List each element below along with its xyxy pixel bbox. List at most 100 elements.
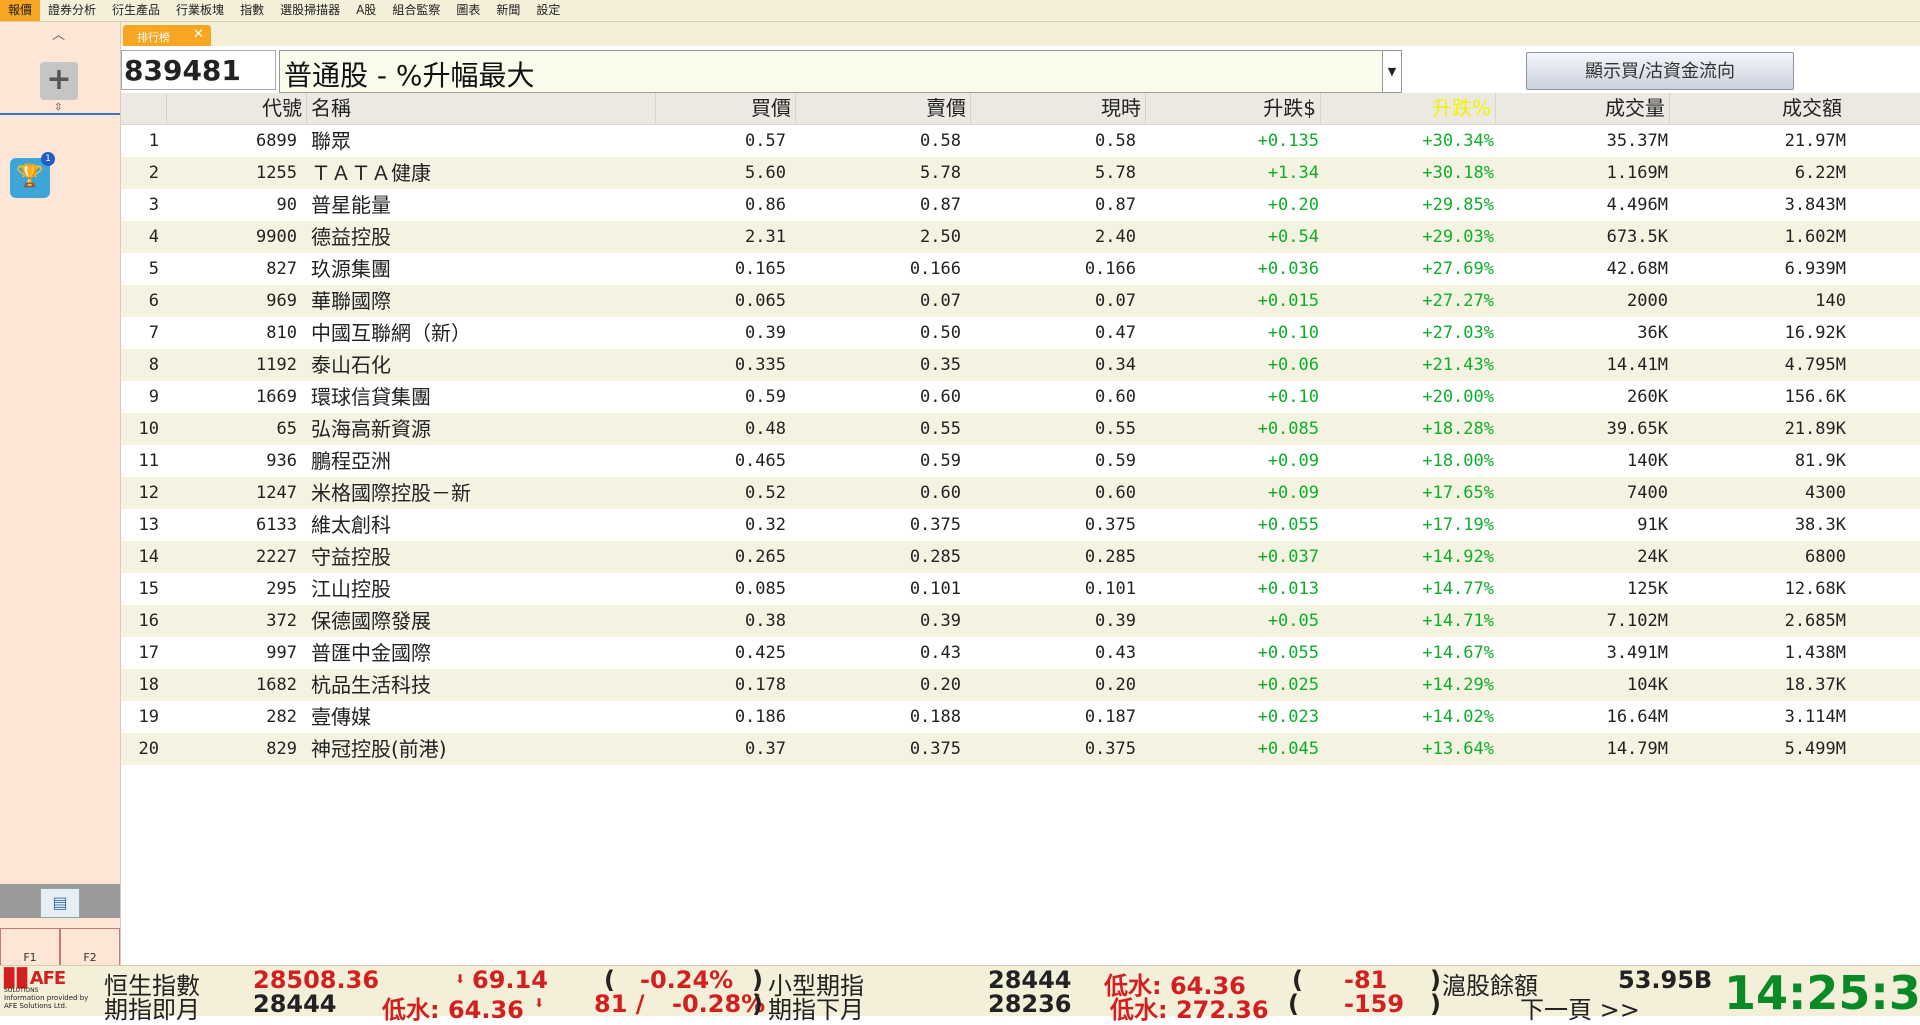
add-icon[interactable]: + — [40, 62, 78, 100]
last-cell: 0.166 — [1084, 259, 1136, 279]
table-row[interactable]: 14 2227 守益控股 0.265 0.285 0.285 +0.037 +14.92% 24… — [121, 541, 1920, 573]
resize-arrows-icon[interactable]: ⇳ — [54, 102, 62, 113]
table-row[interactable]: 11 936 鵬程亞洲 0.465 0.59 0.59 +0.09 +18.00% 140K 81… — [121, 445, 1920, 477]
name-cell: 維太創科 — [311, 513, 391, 537]
header-change-pct[interactable]: 升跌% — [1321, 93, 1496, 124]
close-icon[interactable]: ✕ — [193, 27, 204, 42]
table-row[interactable]: 7 810 中國互聯網（新） 0.39 0.50 0.47 +0.10 +27.03% 36K 1… — [121, 317, 1920, 349]
table-row[interactable]: 17 997 普匯中金國際 0.425 0.43 0.43 +0.055 +14.67% 3.4… — [121, 637, 1920, 669]
bid-cell: 0.48 — [745, 419, 786, 439]
turnover-cell: 12.68K — [1784, 579, 1846, 599]
tab-ranking[interactable]: 排行榜 ✕ — [123, 25, 211, 46]
change-pct-cell: +14.67% — [1422, 643, 1494, 663]
header-code[interactable]: 代號 — [167, 93, 307, 124]
menu-item[interactable]: A股 — [348, 0, 384, 21]
change-pct-cell: +13.64% — [1422, 739, 1494, 759]
last-cell: 0.187 — [1084, 707, 1136, 727]
futures-month-discount: 低水: 64.36 — [382, 996, 524, 1024]
code-cell: 282 — [266, 707, 297, 727]
change-pct-cell: +21.43% — [1422, 355, 1494, 375]
menu-item[interactable]: 衍生產品 — [104, 0, 168, 21]
rank-cell: 20 — [138, 739, 159, 759]
menu-item[interactable]: 新聞 — [488, 0, 528, 21]
stock-code-input[interactable]: 839481 — [121, 50, 276, 90]
name-cell: 德益控股 — [311, 225, 391, 249]
last-cell: 0.07 — [1095, 291, 1136, 311]
menu-item[interactable]: 指數 — [232, 0, 272, 21]
name-cell: ＴＡＴＡ健康 — [311, 161, 431, 185]
menu-item[interactable]: 組合監察 — [384, 0, 448, 21]
volume-cell: 2000 — [1627, 291, 1668, 311]
table-row[interactable]: 8 1192 泰山石化 0.335 0.35 0.34 +0.06 +21.43% 14.41M… — [121, 349, 1920, 381]
header-turnover[interactable]: 成交額 — [1670, 93, 1846, 124]
table-row[interactable]: 16 372 保德國際發展 0.38 0.39 0.39 +0.05 +14.71% 7.102… — [121, 605, 1920, 637]
menu-item[interactable]: 選股掃描器 — [272, 0, 348, 21]
ask-cell: 0.50 — [920, 323, 961, 343]
header-bid[interactable]: 買價 — [656, 93, 796, 124]
table-row[interactable]: 5 827 玖源集團 0.165 0.166 0.166 +0.036 +27.69% 42.6… — [121, 253, 1920, 285]
table-row[interactable]: 18 1682 杭品生活科技 0.178 0.20 0.20 +0.025 +14.29% 10… — [121, 669, 1920, 701]
change-pct-cell: +14.71% — [1422, 611, 1494, 631]
turnover-cell: 81.9K — [1794, 451, 1846, 471]
header-ask[interactable]: 賣價 — [796, 93, 971, 124]
bid-cell: 0.165 — [734, 259, 786, 279]
table-row[interactable]: 3 90 普星能量 0.86 0.87 0.87 +0.20 +29.85% 4.496M 3.8… — [121, 189, 1920, 221]
table-row[interactable]: 19 282 壹傳媒 0.186 0.188 0.187 +0.023 +14.02% 16.6… — [121, 701, 1920, 733]
last-cell: 0.59 — [1095, 451, 1136, 471]
ranking-list-value: 普通股 - %升幅最大 — [284, 59, 535, 92]
change-cell: +0.025 — [1257, 675, 1319, 695]
turnover-cell: 3.843M — [1784, 195, 1846, 215]
chevron-up-icon[interactable]: ︿ — [52, 24, 65, 43]
header-volume[interactable]: 成交量 — [1496, 93, 1670, 124]
rank-cell: 9 — [148, 387, 159, 407]
table-row[interactable]: 4 9900 德益控股 2.31 2.50 2.40 +0.54 +29.03% 673.5K 1… — [121, 221, 1920, 253]
header-rank — [121, 93, 167, 124]
menu-item[interactable]: 證券分析 — [40, 0, 104, 21]
turnover-cell: 4300 — [1805, 483, 1846, 503]
bid-cell: 0.178 — [734, 675, 786, 695]
table-row[interactable]: 13 6133 維太創科 0.32 0.375 0.375 +0.055 +17.19% 91K… — [121, 509, 1920, 541]
next-page-link[interactable]: 下一頁 >> — [1520, 990, 1640, 1025]
change-cell: +0.09 — [1267, 451, 1319, 471]
ask-cell: 0.285 — [909, 547, 961, 567]
name-cell: 普星能量 — [311, 193, 391, 217]
chevron-down-icon[interactable]: ▼ — [1382, 51, 1401, 92]
menu-item[interactable]: 圖表 — [448, 0, 488, 21]
ask-cell: 5.78 — [920, 163, 961, 183]
turnover-cell: 38.3K — [1794, 515, 1846, 535]
bid-cell: 0.085 — [734, 579, 786, 599]
table-row[interactable]: 9 1669 環球信貸集團 0.59 0.60 0.60 +0.10 +20.00% 260K 1… — [121, 381, 1920, 413]
rank-cell: 10 — [138, 419, 159, 439]
change-cell: +0.015 — [1257, 291, 1319, 311]
bid-cell: 0.335 — [734, 355, 786, 375]
change-cell: +0.10 — [1267, 323, 1319, 343]
ranking-list-select[interactable]: 普通股 - %升幅最大 ▼ — [279, 50, 1402, 93]
table-row[interactable]: 2 1255 ＴＡＴＡ健康 5.60 5.78 5.78 +1.34 +30.18% 1.169… — [121, 157, 1920, 189]
table-row[interactable]: 6 969 華聯國際 0.065 0.07 0.07 +0.015 +27.27% 2000 14… — [121, 285, 1920, 317]
document-icon[interactable]: ▤ — [40, 888, 80, 918]
tab-label: 排行榜 — [137, 31, 170, 44]
change-cell: +0.54 — [1267, 227, 1319, 247]
table-row[interactable]: 1 6899 聯眾 0.57 0.58 0.58 +0.135 +30.34% 35.37M 21… — [121, 125, 1920, 157]
header-last[interactable]: 現時 — [971, 93, 1146, 124]
header-change[interactable]: 升跌$ — [1146, 93, 1321, 124]
next-month-label: 期指下月 — [768, 996, 864, 1024]
rank-cell: 1 — [148, 131, 159, 151]
code-cell: 6899 — [256, 131, 297, 151]
change-pct-cell: +27.27% — [1422, 291, 1494, 311]
menu-item[interactable]: 報價 — [0, 0, 41, 21]
rank-cell: 15 — [138, 579, 159, 599]
menu-item[interactable]: 設定 — [528, 0, 568, 21]
table-row[interactable]: 15 295 江山控股 0.085 0.101 0.101 +0.013 +14.77% 125… — [121, 573, 1920, 605]
table-row[interactable]: 12 1247 米格國際控股－新 0.52 0.60 0.60 +0.09 +17.65% 74… — [121, 477, 1920, 509]
header-name[interactable]: 名稱 — [307, 93, 656, 124]
last-cell: 0.39 — [1095, 611, 1136, 631]
bid-cell: 0.32 — [745, 515, 786, 535]
change-pct-cell: +30.34% — [1422, 131, 1494, 151]
code-cell: 295 — [266, 579, 297, 599]
volume-cell: 24K — [1637, 547, 1668, 567]
menu-item[interactable]: 行業板塊 — [168, 0, 232, 21]
table-row[interactable]: 20 829 神冠控股(前港) 0.37 0.375 0.375 +0.045 +13.64%… — [121, 733, 1920, 765]
table-row[interactable]: 10 65 弘海高新資源 0.48 0.55 0.55 +0.085 +18.28% 39.65… — [121, 413, 1920, 445]
show-fund-flow-button[interactable]: 顯示買/沽資金流向 — [1526, 52, 1794, 90]
